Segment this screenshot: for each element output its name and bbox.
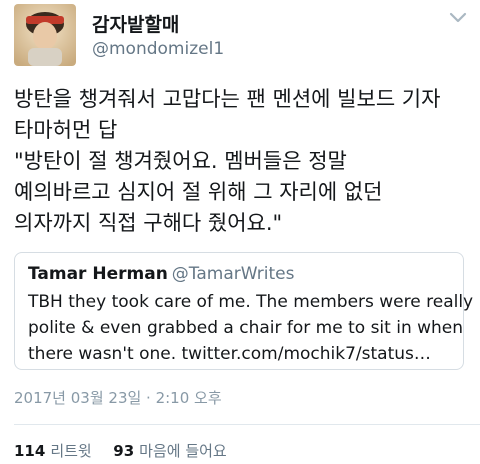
tweet-text-line: 의자까지 직접 구해다 줬어요."	[14, 211, 283, 235]
chevron-down-icon[interactable]	[448, 10, 468, 24]
quoted-text-line: polite & even grabbed a chair for me to …	[28, 318, 464, 338]
likes-stat[interactable]: 93 마음에 들어요	[109, 442, 227, 460]
tweet-stats: 114 리트윗 93 마음에 들어요	[14, 440, 227, 461]
profile-photo-icon	[14, 4, 76, 66]
likes-count: 93	[113, 442, 135, 460]
tweet-text: 방탄을 챙겨줘서 고맙다는 팬 멘션에 빌보드 기자 타마허먼 답 "방탄이 절…	[14, 84, 474, 239]
quoted-user-handle: @TamarWrites	[171, 264, 295, 284]
tweet-text-line: 예의바르고 심지어 절 위해 그 자리에 없던	[14, 180, 383, 204]
quoted-display-name: Tamar Herman	[28, 264, 168, 284]
display-name[interactable]: 감자밭할매	[92, 10, 179, 37]
tweet-card: 감자밭할매 @mondomizel1 방탄을 챙겨줘서 고맙다는 팬 멘션에 빌…	[0, 0, 480, 464]
retweets-count: 114	[14, 442, 46, 460]
tweet-timestamp[interactable]: 2017년 03월 23일 · 2:10 오후	[14, 387, 222, 408]
quoted-tweet-text: TBH they took care of me. The members we…	[28, 289, 474, 367]
quoted-text-line: TBH they took care of me. The members we…	[28, 292, 474, 312]
likes-label: 마음에 들어요	[139, 442, 227, 460]
tweet-text-line: 방탄을 챙겨줘서 고맙다는 팬 멘션에 빌보드 기자	[14, 87, 441, 111]
retweets-stat[interactable]: 114 리트윗	[14, 442, 97, 460]
quoted-tweet[interactable]: Tamar Herman @TamarWrites TBH they took c…	[14, 252, 474, 370]
tweet-text-line: 타마허먼 답	[14, 118, 118, 142]
divider	[14, 424, 480, 425]
quoted-text-line[interactable]: there wasn't one. twitter.com/mochik7/st…	[28, 341, 458, 367]
tweet-text-line: "방탄이 절 챙겨줬어요. 멤버들은 정말	[14, 149, 347, 173]
avatar[interactable]	[14, 4, 76, 66]
quoted-tweet-header: Tamar Herman @TamarWrites	[28, 264, 295, 284]
user-handle[interactable]: @mondomizel1	[92, 39, 224, 59]
retweets-label: 리트윗	[50, 442, 92, 460]
